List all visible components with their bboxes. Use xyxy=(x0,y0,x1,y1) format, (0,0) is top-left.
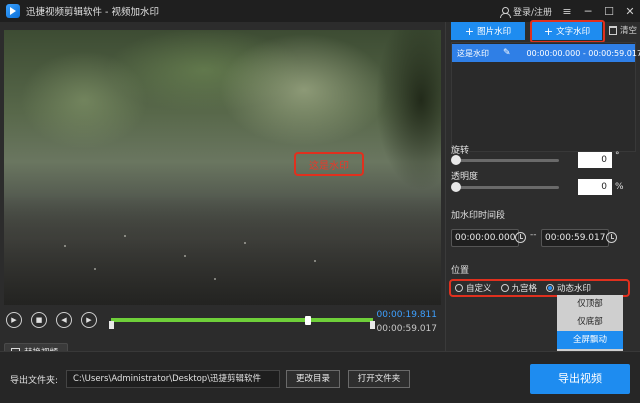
video-frame-drop xyxy=(94,268,96,270)
next-frame-button[interactable]: ▶ xyxy=(81,312,97,328)
close-icon[interactable]: ✕ xyxy=(624,6,636,17)
rotate-label: 旋转 xyxy=(451,146,470,156)
edit-icon[interactable]: ✎ xyxy=(503,48,511,58)
dropdown-item-bottom-only[interactable]: 仅底部 xyxy=(557,313,623,331)
opacity-input[interactable]: 0 xyxy=(578,179,612,195)
video-frame-tree xyxy=(331,30,441,210)
stop-icon: ■ xyxy=(35,315,43,324)
open-folder-button[interactable]: 打开文件夹 xyxy=(348,370,410,388)
end-clock-icon[interactable] xyxy=(606,232,617,243)
time-range-dash: -- xyxy=(530,230,537,240)
previous-frame-icon: ◀ xyxy=(61,315,67,324)
app-logo-icon xyxy=(6,4,20,18)
radio-grid[interactable]: 九宫格 xyxy=(500,282,538,294)
rotate-slider-knob[interactable] xyxy=(451,155,461,165)
window-title: 迅捷视频剪辑软件 - 视频加水印 xyxy=(26,7,159,18)
menu-icon[interactable]: ≡ xyxy=(561,6,573,17)
title-bar: 迅捷视频剪辑软件 - 视频加水印 登录/注册 ≡ ─ ☐ ✕ xyxy=(0,0,640,22)
video-frame-drop xyxy=(314,260,316,262)
video-frame-drop xyxy=(184,255,186,257)
radio-dynamic-label: 动态水印 xyxy=(557,284,592,294)
add-image-watermark-label: 图片水印 xyxy=(477,27,512,37)
timeline-end-handle[interactable] xyxy=(370,321,375,329)
video-preview[interactable]: 这是水印 xyxy=(4,30,441,305)
watermark-item-range: 00:00:00.000 - 00:00:59.017 xyxy=(526,48,640,58)
rotate-input[interactable]: 0 xyxy=(578,152,612,168)
dropdown-item-top-only[interactable]: 仅顶部 xyxy=(557,295,623,313)
timeline-playhead[interactable] xyxy=(305,316,311,325)
watermark-preview-text: 这是水印 xyxy=(309,160,349,172)
watermark-list: 这是水印 ✎ 00:00:00.000 - 00:00:59.017 xyxy=(451,42,640,152)
change-directory-button[interactable]: 更改目录 xyxy=(286,370,340,388)
video-frame-ground xyxy=(4,195,441,305)
opacity-slider[interactable] xyxy=(451,182,559,192)
plus-icon: + xyxy=(543,24,554,38)
video-frame-drop xyxy=(124,235,126,237)
start-clock-icon[interactable] xyxy=(515,232,526,243)
total-time: 00:00:59.017 xyxy=(376,324,437,334)
footer-bar: 导出文件夹: C:\Users\Administrator\Desktop\迅捷… xyxy=(0,351,640,403)
player-controls: ▶ ■ ◀ ▶ 00:00:19.811 00:00:59.017 xyxy=(4,310,441,338)
radio-dynamic-dot xyxy=(546,284,555,292)
opacity-unit: % xyxy=(615,182,624,192)
video-frame-drop xyxy=(64,245,66,247)
add-image-watermark-button[interactable]: + 图片水印 xyxy=(451,22,525,40)
opacity-label: 透明度 xyxy=(451,172,479,182)
play-button[interactable]: ▶ xyxy=(6,312,22,328)
stop-button[interactable]: ■ xyxy=(31,312,47,328)
add-text-watermark-button[interactable]: + 文字水印 xyxy=(532,22,602,40)
add-text-watermark-label: 文字水印 xyxy=(556,27,591,37)
radio-custom-label: 自定义 xyxy=(466,284,492,294)
start-time-input[interactable]: 00:00:00.000 xyxy=(451,229,520,247)
preview-panel: 这是水印 ▶ ■ ◀ ▶ 00:00:19.811 00:00:59.017 替… xyxy=(0,22,445,361)
radio-grid-dot xyxy=(500,284,509,292)
video-frame-drop xyxy=(244,242,246,244)
radio-dynamic[interactable]: 动态水印 xyxy=(546,282,591,294)
video-frame-drop xyxy=(214,278,216,280)
timeline-start-handle[interactable] xyxy=(109,321,114,329)
title-bar-actions: 登录/注册 ≡ ─ ☐ ✕ xyxy=(499,0,636,22)
minimize-icon[interactable]: ─ xyxy=(582,6,594,17)
radio-grid-label: 九宫格 xyxy=(511,284,538,294)
clear-button[interactable]: 清空 xyxy=(609,24,637,36)
dropdown-item-fullscreen[interactable]: 全屏飘动 xyxy=(557,331,623,349)
previous-frame-button[interactable]: ◀ xyxy=(56,312,72,328)
watermark-preview-box[interactable]: 这是水印 xyxy=(294,152,364,176)
trash-icon xyxy=(609,25,617,35)
next-frame-icon: ▶ xyxy=(86,315,92,324)
timeline-track[interactable] xyxy=(111,316,373,325)
login-register-link[interactable]: 登录/注册 xyxy=(513,5,552,18)
export-path-field[interactable]: C:\Users\Administrator\Desktop\迅捷剪辑软件 xyxy=(66,370,280,388)
dynamic-mode-dropdown: 仅顶部 仅底部 全屏飘动 xyxy=(557,295,623,351)
watermark-settings-panel: + 图片水印 + 文字水印 清空 这是水印 ✎ 00:00:00.000 - 0… xyxy=(445,20,640,351)
radio-custom-dot xyxy=(455,284,463,292)
opacity-slider-knob[interactable] xyxy=(451,182,461,192)
export-video-button[interactable]: 导出视频 xyxy=(530,364,630,394)
maximize-icon[interactable]: ☐ xyxy=(603,6,615,17)
end-time-input[interactable]: 00:00:59.017 xyxy=(541,229,610,247)
clear-label: 清空 xyxy=(620,26,638,36)
user-icon[interactable] xyxy=(499,6,511,18)
current-time: 00:00:19.811 xyxy=(376,310,437,320)
rotate-slider[interactable] xyxy=(451,155,559,165)
export-folder-label: 导出文件夹: xyxy=(10,376,59,386)
list-item[interactable]: 这是水印 ✎ 00:00:00.000 - 00:00:59.017 xyxy=(452,44,640,62)
position-label: 位置 xyxy=(451,266,470,276)
play-icon: ▶ xyxy=(11,315,17,324)
radio-custom[interactable]: 自定义 xyxy=(455,282,492,294)
rotate-unit: ° xyxy=(615,151,620,161)
time-range-label: 加水印时间段 xyxy=(451,211,506,221)
watermark-item-name: 这是水印 xyxy=(457,48,489,58)
plus-icon: + xyxy=(464,24,475,38)
